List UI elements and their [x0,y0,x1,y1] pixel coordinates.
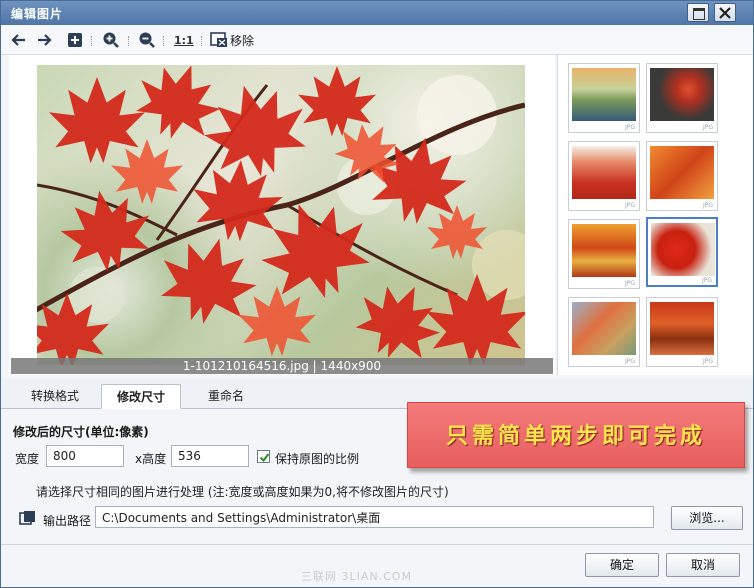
actual-size-label: 1:1 [174,33,194,47]
browse-button[interactable]: 浏览... [671,506,743,530]
footer-divider [1,544,753,545]
maximize-button[interactable] [687,3,709,22]
toolbar-separator [201,36,202,46]
resize-section-title: 修改后的尺寸(单位:像素) [13,425,149,439]
zoom-out-icon [139,32,155,48]
thumbnail[interactable]: JPG [568,63,640,133]
keep-ratio-label: 保持原图的比例 [275,452,360,466]
thumbnail-ext: JPG [702,124,713,131]
actual-size-button[interactable]: 1:1 [174,31,194,49]
checkmark-icon [259,453,270,463]
zoom-in-icon [103,32,119,48]
thumbnail[interactable]: JPG [568,219,640,289]
add-icon [68,33,82,47]
thumbnail-image [651,223,715,276]
thumbnail-image [650,146,714,199]
thumbnail[interactable]: JPG [568,141,640,211]
edit-image-window: 编辑图片 1:1 移除 1-101210164516.jpg | 1440x90… [0,0,754,588]
thumbnail-ext: JPG [702,358,713,365]
window-title: 编辑图片 [11,7,64,21]
thumbnail-ext: JPG [624,124,635,131]
zoom-in-button[interactable] [102,31,120,49]
thumbnail[interactable]: JPG [568,297,640,367]
thumbnail-image [650,302,714,355]
image-caption: 1-101210164516.jpg | 1440x900 [11,358,553,374]
toolbar-separator [91,36,92,46]
thumbnail-ext: JPG [702,202,713,209]
close-button[interactable] [714,3,736,22]
thumbnail-image [572,302,636,355]
close-icon [719,7,731,19]
add-button[interactable] [67,31,83,49]
toolbar: 1:1 移除 [1,25,753,55]
promo-banner: 只需简单两步即可完成 [407,402,745,468]
thumbnail-ext: JPG [624,202,635,209]
tab-resize[interactable]: 修改尺寸 [101,384,181,409]
image-preview: 1-101210164516.jpg | 1440x900 [9,55,555,375]
watermark: 三联网 3LIAN.COM [301,570,412,583]
remove-button[interactable]: 移除 [210,31,254,49]
thumbnail-image [572,68,636,121]
back-button[interactable] [11,31,27,49]
height-input[interactable] [171,445,249,467]
thumbnail[interactable]: JPG [646,63,718,133]
width-label: 宽度 [15,452,40,466]
arrow-right-icon [38,34,52,46]
thumbnail-ext: JPG [624,358,635,365]
thumbnail-ext: JPG [624,280,635,287]
thumbnail-selected[interactable]: JPG [646,217,718,287]
tab-convert-format[interactable]: 转换格式 [15,384,95,409]
width-input[interactable] [46,445,124,467]
output-path-label: 输出路径 [43,514,92,528]
maple-leaves-picture [37,65,525,365]
remove-label: 移除 [230,33,255,48]
thumbnail-image [572,146,636,199]
thumbnail-panel: JPG JPG JPG JPG JPG JPG JPG JPG [557,55,753,375]
thumbnail[interactable]: JPG [646,297,718,367]
forward-button[interactable] [36,31,52,49]
keep-ratio-checkbox[interactable] [257,450,270,463]
height-label: x高度 [135,452,167,466]
title-bar: 编辑图片 [1,1,753,25]
thumbnail-image [572,224,636,277]
toolbar-separator [163,36,164,46]
thumbnail-ext: JPG [701,277,712,284]
preview-image [37,65,525,365]
tab-rename[interactable]: 重命名 [187,384,265,409]
ok-button[interactable]: 确定 [585,553,659,577]
resize-hint: 请选择尺寸相同的图片进行处理 (注:宽度或高度如果为0,将不修改图片的尺寸) [36,485,449,499]
arrow-left-icon [11,34,25,46]
zoom-out-button[interactable] [138,31,156,49]
toolbar-separator [128,36,129,46]
thumbnail[interactable]: JPG [646,141,718,211]
folder-output-icon [19,511,35,525]
remove-icon [210,32,227,47]
thumbnail-image [650,68,714,121]
output-path-input[interactable] [95,506,654,528]
cancel-button[interactable]: 取消 [666,553,740,577]
